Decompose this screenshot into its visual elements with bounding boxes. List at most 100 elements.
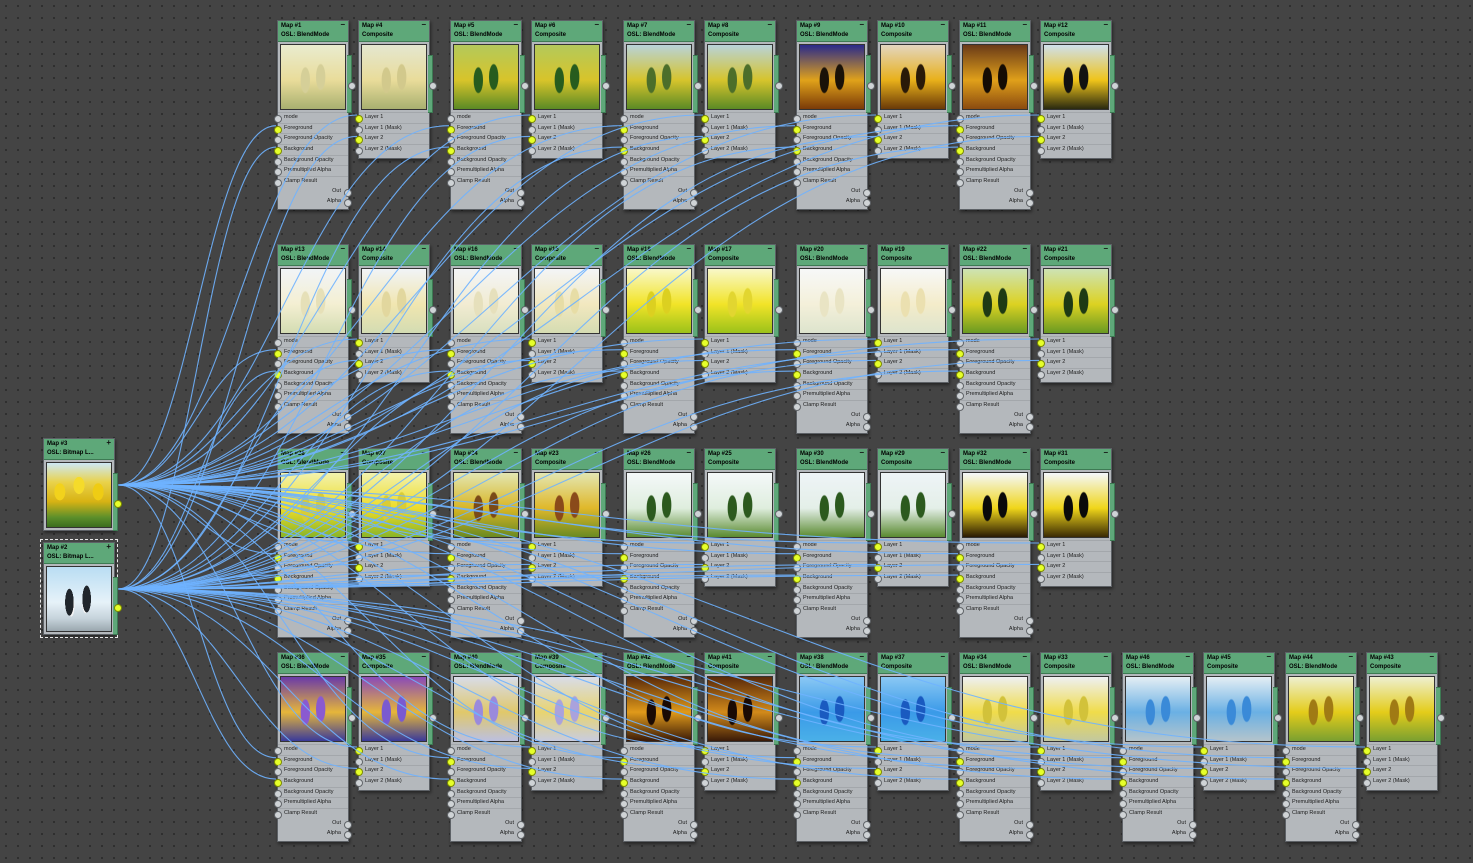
input-port[interactable]: Layer 2 (Mask) [1200, 776, 1274, 788]
collapse-icon[interactable]: − [1103, 653, 1108, 661]
output-socket[interactable] [521, 306, 529, 314]
input-port[interactable]: Foreground Opacity [956, 765, 1030, 777]
output-port[interactable]: Out [451, 819, 525, 829]
node-header[interactable]: Map #24 OSL: BlendMode − [451, 449, 521, 470]
input-port[interactable]: mode [274, 540, 348, 551]
input-port[interactable]: Layer 1 (Mask) [528, 754, 602, 766]
collapse-icon[interactable]: − [594, 21, 599, 29]
node-header[interactable]: Map #32 OSL: BlendMode − [960, 449, 1030, 470]
input-port[interactable]: Background Opacity [956, 154, 1030, 166]
collapse-icon[interactable]: − [513, 245, 518, 253]
input-port[interactable]: Layer 1 [1363, 744, 1437, 755]
input-port[interactable]: Layer 2 [355, 357, 429, 369]
input-port[interactable]: Clamp Result [620, 808, 694, 820]
node-composite[interactable]: Map #27 Composite − Layer 1 Layer 1 (Mask) La… [355, 448, 437, 587]
input-port[interactable]: Foreground [620, 346, 694, 358]
collapse-icon[interactable]: − [1266, 653, 1271, 661]
node-header[interactable]: Map #14 Composite − [359, 245, 429, 266]
node-header[interactable]: Map #23 Composite − [532, 449, 602, 470]
input-port[interactable]: Clamp Result [956, 400, 1030, 412]
node-blendmode[interactable]: Map #16 OSL: BlendMode − mode Foreground Fore… [447, 244, 529, 435]
output-socket[interactable] [948, 510, 956, 518]
output-port[interactable]: Alpha [451, 197, 525, 207]
output-socket[interactable] [517, 830, 525, 839]
node-header[interactable]: Map #26 OSL: BlendMode − [624, 449, 694, 470]
output-socket[interactable] [429, 714, 437, 722]
node-blendmode[interactable]: Map #46 OSL: BlendMode − mode Foreground Fore… [1119, 652, 1201, 843]
node-blendmode[interactable]: Map #34 OSL: BlendMode − mode Foreground Fore… [956, 652, 1038, 843]
node-header[interactable]: Map #7 OSL: BlendMode − [624, 21, 694, 42]
output-socket[interactable] [1111, 510, 1119, 518]
input-port[interactable]: Foreground Opacity [1119, 765, 1193, 777]
node-blendmode[interactable]: Map #26 OSL: BlendMode − mode Foreground Fore… [620, 448, 702, 639]
output-socket[interactable] [867, 306, 875, 314]
input-port[interactable]: Layer 2 [1200, 765, 1274, 777]
node-header[interactable]: Map #9 OSL: BlendMode − [797, 21, 867, 42]
input-port[interactable]: Layer 1 (Mask) [355, 346, 429, 358]
output-socket[interactable] [521, 714, 529, 722]
input-port[interactable]: Foreground Opacity [1282, 765, 1356, 777]
input-port[interactable]: Premultiplied Alpha [274, 797, 348, 809]
node-composite[interactable]: Map #10 Composite − Layer 1 Layer 1 (Mask) La… [874, 20, 956, 159]
input-port[interactable]: Background Opacity [447, 154, 521, 166]
node-header[interactable]: Map #44 OSL: BlendMode − [1286, 653, 1356, 674]
input-port[interactable]: Background Opacity [793, 786, 867, 798]
output-socket[interactable] [517, 198, 525, 207]
node-composite[interactable]: Map #15 Composite − Layer 1 Layer 1 (Mask) La… [528, 244, 610, 383]
input-port[interactable]: Clamp Result [274, 604, 348, 616]
input-port[interactable]: Background [956, 368, 1030, 380]
output-socket[interactable] [1352, 830, 1360, 839]
input-port[interactable]: Background Opacity [447, 786, 521, 798]
input-port[interactable]: Foreground Opacity [620, 357, 694, 369]
input-port[interactable]: Background Opacity [620, 154, 694, 166]
output-port[interactable]: Alpha [960, 197, 1034, 207]
input-port[interactable]: mode [1282, 744, 1356, 755]
input-port[interactable]: Layer 2 (Mask) [528, 776, 602, 788]
collapse-icon[interactable]: − [513, 21, 518, 29]
input-port[interactable]: Foreground [956, 346, 1030, 358]
output-socket[interactable] [775, 306, 783, 314]
output-socket[interactable] [775, 714, 783, 722]
collapse-icon[interactable]: − [1429, 653, 1434, 661]
input-port[interactable]: Foreground [447, 550, 521, 562]
input-port[interactable]: Layer 2 (Mask) [1037, 572, 1111, 584]
output-socket[interactable] [521, 510, 529, 518]
output-socket[interactable] [1274, 714, 1282, 722]
input-port[interactable]: Layer 1 [701, 336, 775, 347]
output-port[interactable]: Out [960, 187, 1034, 197]
input-port[interactable]: Layer 2 [874, 561, 948, 573]
collapse-icon[interactable]: − [940, 653, 945, 661]
node-blendmode[interactable]: Map #40 OSL: BlendMode − mode Foreground Fore… [447, 652, 529, 843]
collapse-icon[interactable]: − [940, 21, 945, 29]
node-composite[interactable]: Map #21 Composite − Layer 1 Layer 1 (Mask) La… [1037, 244, 1119, 383]
output-socket[interactable] [602, 714, 610, 722]
output-socket[interactable] [1030, 714, 1038, 722]
input-port[interactable]: Layer 2 [528, 765, 602, 777]
input-port[interactable]: Clamp Result [447, 400, 521, 412]
input-port[interactable]: Layer 1 (Mask) [528, 550, 602, 562]
output-port[interactable]: Out [960, 819, 1034, 829]
output-socket[interactable] [690, 198, 698, 207]
output-port[interactable]: Out [624, 187, 698, 197]
input-port[interactable]: Background [620, 572, 694, 584]
collapse-icon[interactable]: − [940, 245, 945, 253]
input-port[interactable]: Clamp Result [447, 604, 521, 616]
output-socket[interactable] [694, 510, 702, 518]
node-header[interactable]: Map #34 OSL: BlendMode − [960, 653, 1030, 674]
collapse-icon[interactable]: − [340, 653, 345, 661]
node-composite[interactable]: Map #17 Composite − Layer 1 Layer 1 (Mask) La… [701, 244, 783, 383]
node-blendmode[interactable]: Map #32 OSL: BlendMode − mode Foreground Fore… [956, 448, 1038, 639]
input-port[interactable]: mode [793, 112, 867, 123]
node-blendmode[interactable]: Map #9 OSL: BlendMode − mode Foreground Foreg… [793, 20, 875, 211]
node-composite[interactable]: Map #35 Composite − Layer 1 Layer 1 (Mask) La… [355, 652, 437, 791]
collapse-icon[interactable]: − [421, 245, 426, 253]
input-port[interactable]: Layer 2 [701, 561, 775, 573]
collapse-icon[interactable]: − [1103, 245, 1108, 253]
input-port[interactable]: mode [620, 336, 694, 347]
node-blendmode[interactable]: Map #24 OSL: BlendMode − mode Foreground Fore… [447, 448, 529, 639]
output-socket[interactable] [1026, 830, 1034, 839]
node-header[interactable]: Map #5 OSL: BlendMode − [451, 21, 521, 42]
input-port[interactable]: Background Opacity [447, 378, 521, 390]
input-port[interactable]: mode [620, 112, 694, 123]
node-blendmode[interactable]: Map #28 OSL: BlendMode − mode Foreground Fore… [274, 448, 356, 639]
